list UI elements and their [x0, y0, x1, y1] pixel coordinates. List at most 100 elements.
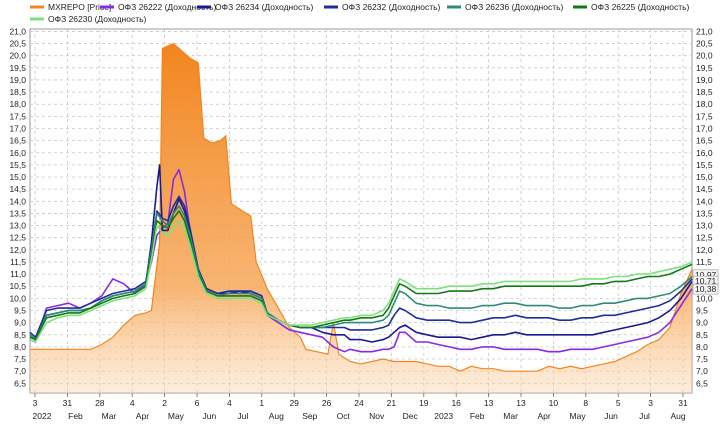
y-tick-left: 14,0: [9, 196, 26, 206]
y-tick-left: 16,5: [9, 136, 26, 146]
y-tick-left: 6,5: [14, 378, 26, 388]
x-tick-top-label: 3: [33, 398, 38, 408]
x-tick-bottom-label: Sep: [302, 411, 317, 421]
y-tick-right: 20,0: [696, 51, 713, 61]
x-tick-top-label: 2: [162, 398, 167, 408]
y-tick-right: 14,0: [696, 196, 713, 206]
y-tick-right: 18,5: [696, 87, 713, 97]
y-tick-left: 16,0: [9, 148, 26, 158]
x-tick-bottom-label: Oct: [337, 411, 351, 421]
y-tick-right: 9,5: [696, 305, 708, 315]
y-tick-left: 18,5: [9, 87, 26, 97]
x-tick-top-label: 21: [387, 398, 397, 408]
x-tick-top-label: 16: [451, 398, 461, 408]
legend-label: ОФЗ 26230 (Доходность): [48, 14, 147, 24]
x-tick-top-label: 1: [259, 398, 264, 408]
y-tick-right: 16,5: [696, 136, 713, 146]
y-tick-left: 14,5: [9, 184, 26, 194]
y-tick-right: 7,5: [696, 354, 708, 364]
x-tick-top-label: 4: [227, 398, 232, 408]
y-tick-left: 20,0: [9, 51, 26, 61]
x-tick-top-label: 13: [484, 398, 494, 408]
x-tick-bottom-label: May: [570, 411, 587, 421]
x-tick-top-label: 24: [354, 398, 364, 408]
y-tick-left: 15,0: [9, 172, 26, 182]
y-tick-right: 8,5: [696, 330, 708, 340]
y-tick-right: 20,5: [696, 39, 713, 49]
x-tick-bottom-label: Feb: [68, 411, 83, 421]
y-tick-left: 17,0: [9, 123, 26, 133]
x-tick-bottom-label: Dec: [403, 411, 419, 421]
x-tick-bottom-label: Jul: [639, 411, 650, 421]
y-tick-right: 19,5: [696, 63, 713, 73]
x-tick-bottom-label: Nov: [369, 411, 385, 421]
chart-frame: 6,5 6,5 7,0 7,0 7,5 7,5 8,0 8,0 8,5 8,5 9,0 9,0 9,5 9…: [0, 0, 720, 429]
y-tick-left: 9,5: [14, 305, 26, 315]
y-tick-left: 19,5: [9, 63, 26, 73]
x-tick-top-label: 6: [195, 398, 200, 408]
y-tick-left: 20,5: [9, 39, 26, 49]
x-tick-bottom-label: Mar: [102, 411, 117, 421]
legend-label: ОФЗ 26234 (Доходность): [215, 2, 314, 12]
y-tick-right: 10,0: [696, 293, 713, 303]
y-tick-left: 11,5: [10, 257, 26, 267]
y-tick-right: 14,5: [696, 184, 713, 194]
y-tick-left: 11,0: [10, 269, 26, 279]
y-tick-left: 10,5: [9, 281, 26, 291]
y-tick-right: 6,5: [696, 378, 708, 388]
x-tick-top-label: 5: [616, 398, 621, 408]
legend-label: ОФЗ 26236 (Доходность): [465, 2, 564, 12]
y-tick-left: 10,0: [9, 293, 26, 303]
y-tick-right: 17,0: [696, 123, 713, 133]
x-tick-bottom-label: Aug: [670, 411, 685, 421]
x-tick-bottom-label: Mar: [503, 411, 518, 421]
y-tick-right: 17,5: [696, 111, 713, 121]
y-tick-left: 12,5: [9, 233, 26, 243]
legend-label: ОФЗ 26232 (Доходность): [342, 2, 441, 12]
y-tick-left: 18,0: [9, 99, 26, 109]
x-tick-top-label: 28: [95, 398, 105, 408]
y-tick-right: 18,0: [696, 99, 713, 109]
y-tick-right: 19,0: [696, 75, 713, 85]
y-tick-right: 12,5: [696, 233, 713, 243]
x-tick-bottom-label: Jun: [604, 411, 618, 421]
x-tick-bottom-label: Apr: [136, 411, 149, 421]
x-tick-top-label: 13: [516, 398, 526, 408]
y-tick-right: 9,0: [696, 318, 708, 328]
x-tick-top-label: 3: [648, 398, 653, 408]
x-tick-top-label: 31: [678, 398, 688, 408]
y-tick-left: 21,0: [9, 26, 26, 36]
y-tick-left: 8,5: [14, 330, 26, 340]
y-tick-right: 7,0: [696, 366, 708, 376]
x-tick-bottom-label: 2023: [434, 411, 453, 421]
x-tick-bottom-label: Feb: [470, 411, 485, 421]
x-tick-bottom-label: Jul: [237, 411, 248, 421]
x-tick-top-label: 19: [419, 398, 429, 408]
y-tick-left: 17,5: [9, 111, 26, 121]
x-tick-top-label: 26: [322, 398, 332, 408]
y-tick-left: 9,0: [14, 318, 26, 328]
y-tick-left: 7,0: [14, 366, 26, 376]
chart-svg: 6,5 6,5 7,0 7,0 7,5 7,5 8,0 8,0 8,5 8,5 9,0 9,0 9,5 9…: [9, 2, 719, 421]
y-tick-left: 19,0: [9, 75, 26, 85]
x-tick-top-label: 10: [549, 398, 559, 408]
x-tick-top-label: 4: [130, 398, 135, 408]
x-tick-top-label: 8: [583, 398, 588, 408]
y-tick-left: 13,5: [9, 208, 26, 218]
y-tick-left: 15,5: [9, 160, 26, 170]
y-tick-right: 8,0: [696, 342, 708, 352]
x-tick-top-label: 31: [63, 398, 73, 408]
y-tick-right: 15,0: [696, 172, 713, 182]
y-tick-right: 12,0: [696, 245, 713, 255]
x-tick-bottom-label: May: [168, 411, 185, 421]
y-tick-left: 7,5: [14, 354, 26, 364]
y-tick-left: 12,0: [9, 245, 26, 255]
x-tick-top-label: 29: [289, 398, 299, 408]
y-tick-right: 13,5: [696, 208, 713, 218]
y-tick-left: 8,0: [14, 342, 26, 352]
x-tick-bottom-label: 2022: [33, 411, 52, 421]
y-tick-left: 13,0: [9, 221, 26, 231]
y-tick-right: 13,0: [696, 221, 713, 231]
y-tick-right: 15,5: [696, 160, 713, 170]
last-value-label: 10,38: [695, 284, 717, 294]
